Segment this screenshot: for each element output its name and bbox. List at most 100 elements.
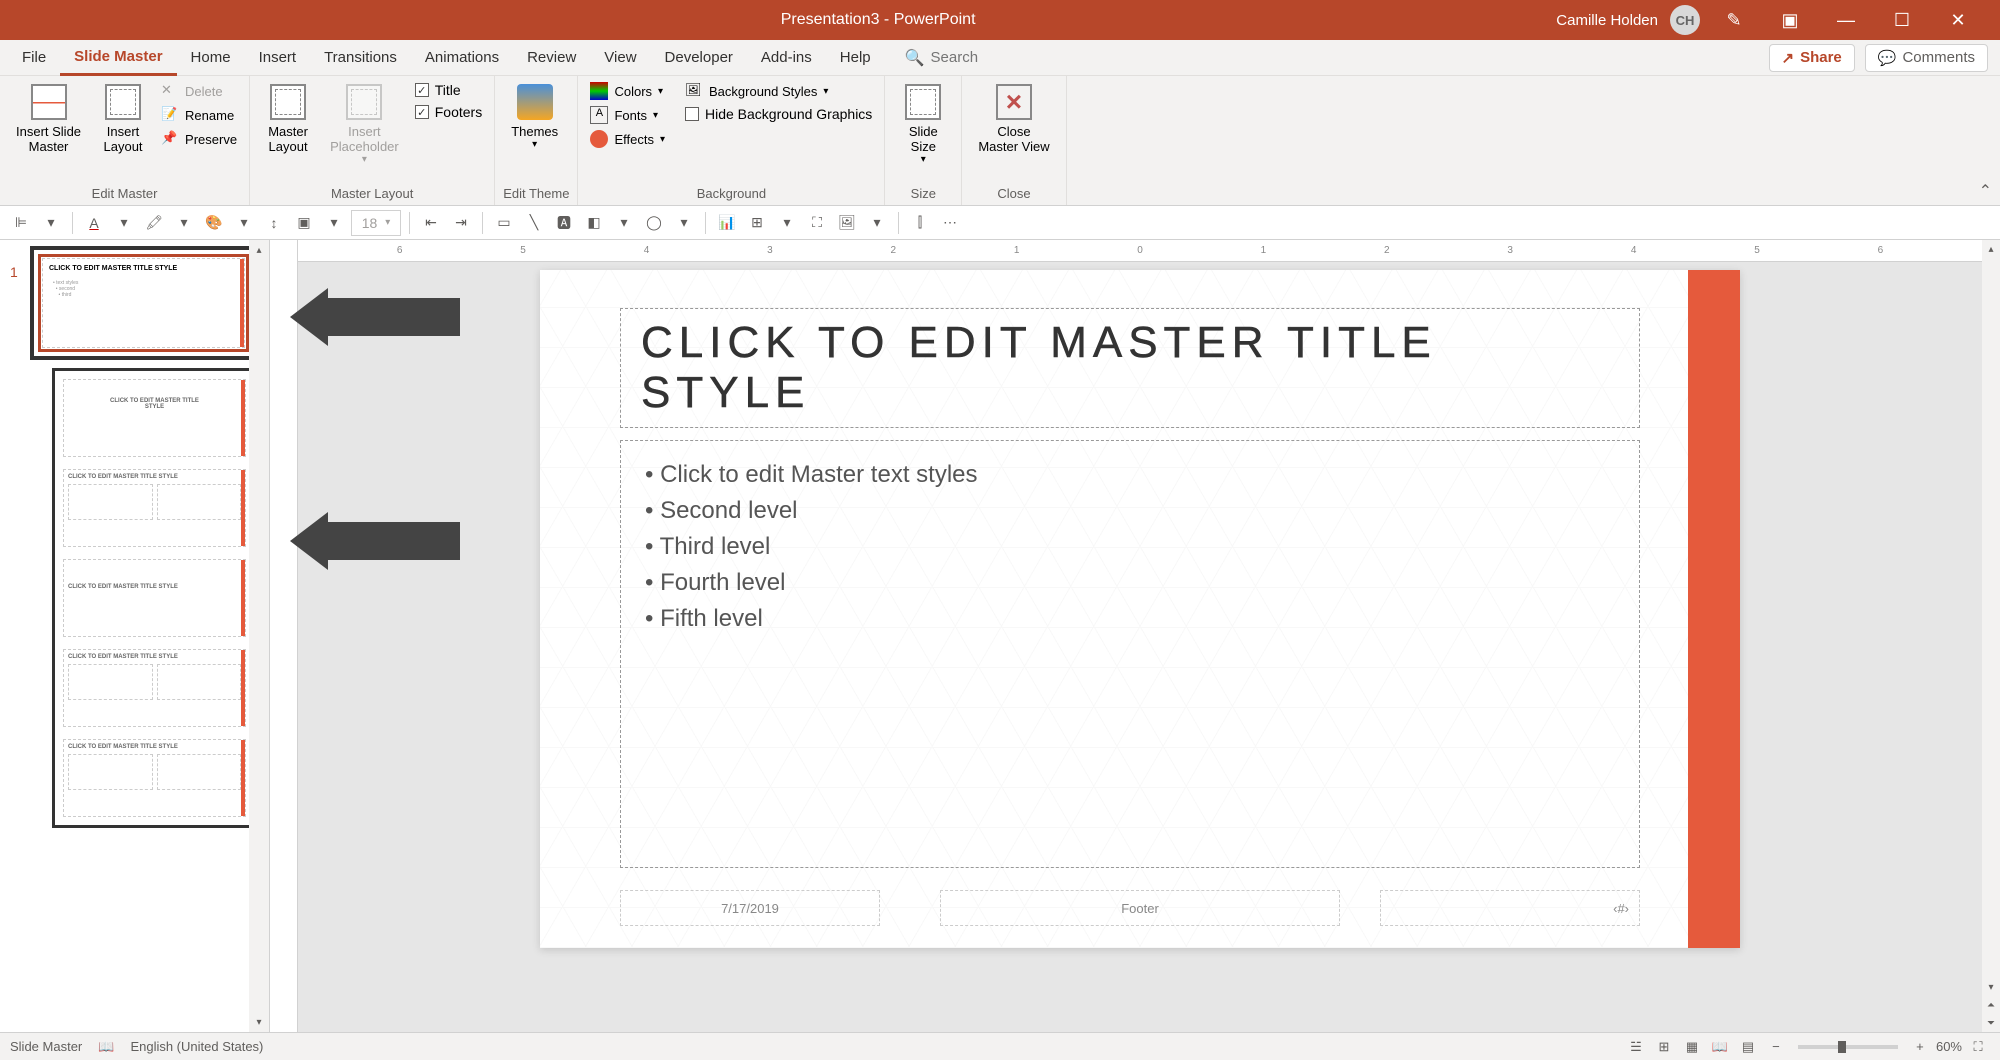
decrease-indent-button[interactable]: ⇤	[418, 210, 444, 236]
rename-button[interactable]: 📝 Rename	[157, 104, 241, 126]
title-placeholder[interactable]: Click to edit Master title style	[620, 308, 1640, 428]
slide-number-placeholder[interactable]: ‹#›	[1380, 890, 1640, 926]
fonts-button[interactable]: A Fonts ▾	[586, 104, 669, 126]
thumbnail-scrollbar[interactable]: ▴ ▾	[249, 240, 269, 1032]
delete-button[interactable]: ✕ Delete	[157, 80, 241, 102]
distribute-button[interactable]: ⫿	[907, 210, 933, 236]
zoom-slider[interactable]	[1798, 1045, 1898, 1049]
scroll-down-icon[interactable]: ▾	[1982, 978, 2000, 996]
arrange-button[interactable]: ▣	[291, 210, 317, 236]
table-dropdown[interactable]: ▾	[774, 210, 800, 236]
align-dropdown[interactable]: ▾	[38, 210, 64, 236]
picture-button[interactable]: 🖼	[834, 210, 860, 236]
tab-file[interactable]: File	[8, 40, 60, 76]
tab-review[interactable]: Review	[513, 40, 590, 76]
slideshow-button[interactable]: ▤	[1736, 1035, 1760, 1059]
tab-view[interactable]: View	[590, 40, 650, 76]
table-button[interactable]: ⊞	[744, 210, 770, 236]
sort-button[interactable]: ↕	[261, 210, 287, 236]
crop-button[interactable]: ⛶	[804, 210, 830, 236]
title-checkbox[interactable]	[415, 83, 429, 97]
zoom-out-button[interactable]: −	[1764, 1035, 1788, 1059]
normal-view-button[interactable]: ⊞	[1652, 1035, 1676, 1059]
body-placeholder[interactable]: Click to edit Master text styles Second …	[620, 440, 1640, 868]
insert-slide-master-button[interactable]: Insert Slide Master	[8, 80, 89, 158]
collapse-ribbon-button[interactable]: ⌃	[1979, 181, 1992, 201]
date-placeholder[interactable]: 7/17/2019	[620, 890, 880, 926]
highlight-dropdown[interactable]: ▾	[171, 210, 197, 236]
layout-thumbnail-5[interactable]: CLICK TO EDIT MASTER TITLE STYLE	[63, 739, 246, 817]
tab-slide-master[interactable]: Slide Master	[60, 40, 176, 76]
share-button[interactable]: ↗ Share	[1769, 44, 1855, 72]
status-language[interactable]: English (United States)	[130, 1039, 263, 1054]
tab-transitions[interactable]: Transitions	[310, 40, 411, 76]
shape-fill-button[interactable]: 🎨	[201, 210, 227, 236]
layout-thumbnail-3[interactable]: CLICK TO EDIT MASTER TITLE STYLE	[63, 559, 246, 637]
maximize-button[interactable]: ☐	[1880, 0, 1924, 40]
picture-dropdown[interactable]: ▾	[864, 210, 890, 236]
sorter-view-button[interactable]: ▦	[1680, 1035, 1704, 1059]
circle-dropdown[interactable]: ▾	[671, 210, 697, 236]
minimize-button[interactable]: —	[1824, 0, 1868, 40]
insert-placeholder-button[interactable]: Insert Placeholder ▾	[322, 80, 407, 169]
tab-insert[interactable]: Insert	[245, 40, 311, 76]
tab-addins[interactable]: Add-ins	[747, 40, 826, 76]
fit-window-button[interactable]: ⛶	[1966, 1035, 1990, 1059]
drawing-icon[interactable]: ✎	[1712, 0, 1756, 40]
scroll-down-button[interactable]: ▾	[249, 1012, 269, 1032]
align-button[interactable]: ⊫	[8, 210, 34, 236]
chart-button[interactable]: 📊	[714, 210, 740, 236]
effects-button[interactable]: Effects ▾	[586, 128, 669, 150]
shape-fill-dropdown[interactable]: ▾	[231, 210, 257, 236]
more-button[interactable]: ⋯	[937, 210, 963, 236]
highlight-button[interactable]: 🖍	[141, 210, 167, 236]
master-thumbnail[interactable]: 1 CLICK TO EDIT MASTER TITLE STYLE • tex…	[30, 246, 257, 360]
editor-scrollbar[interactable]: ▴ ▾ ⏶ ⏷	[1982, 240, 2000, 1032]
notes-button[interactable]: ☱	[1624, 1035, 1648, 1059]
tab-help[interactable]: Help	[826, 40, 885, 76]
zoom-in-button[interactable]: +	[1908, 1035, 1932, 1059]
tab-home[interactable]: Home	[177, 40, 245, 76]
ribbon-display-icon[interactable]: ▣	[1768, 0, 1812, 40]
zoom-level[interactable]: 60%	[1936, 1039, 1962, 1054]
hide-bg-checkbox[interactable]	[685, 107, 699, 121]
colors-button[interactable]: Colors ▾	[586, 80, 669, 102]
increase-indent-button[interactable]: ⇥	[448, 210, 474, 236]
shapes-button[interactable]: ◧	[581, 210, 607, 236]
reading-view-button[interactable]: 📖	[1708, 1035, 1732, 1059]
textbox-button[interactable]: 🅰	[551, 210, 577, 236]
layout-thumbnail-4[interactable]: CLICK TO EDIT MASTER TITLE STYLE	[63, 649, 246, 727]
background-styles-button[interactable]: 🖼 Background Styles ▾	[681, 80, 876, 102]
themes-button[interactable]: Themes ▾	[503, 80, 566, 154]
scroll-up-icon[interactable]: ▴	[1982, 240, 2000, 258]
rectangle-button[interactable]: ▭	[491, 210, 517, 236]
close-button[interactable]: ✕	[1936, 0, 1980, 40]
prev-slide-icon[interactable]: ⏶	[1982, 996, 2000, 1014]
footer-placeholder[interactable]: Footer	[940, 890, 1340, 926]
insert-layout-button[interactable]: Insert Layout	[93, 80, 153, 158]
font-size-input[interactable]: 18 ▾	[351, 210, 401, 236]
layout-thumbnail-2[interactable]: CLICK TO EDIT MASTER TITLE STYLE	[63, 469, 246, 547]
footers-checkbox[interactable]	[415, 105, 429, 119]
shapes-dropdown[interactable]: ▾	[611, 210, 637, 236]
slide-canvas[interactable]: Click to edit Master title style Click t…	[540, 270, 1740, 948]
line-button[interactable]: ╲	[521, 210, 547, 236]
master-layout-button[interactable]: Master Layout	[258, 80, 318, 158]
spell-check-icon[interactable]: 📖	[98, 1039, 114, 1055]
avatar[interactable]: CH	[1670, 5, 1700, 35]
close-master-view-button[interactable]: × Close Master View	[970, 80, 1057, 158]
font-color-dropdown[interactable]: ▾	[111, 210, 137, 236]
tab-developer[interactable]: Developer	[651, 40, 747, 76]
themes-label: Themes	[511, 124, 558, 139]
slide-size-button[interactable]: Slide Size ▾	[893, 80, 953, 169]
font-color-button[interactable]: A	[81, 210, 107, 236]
preserve-button[interactable]: 📌 Preserve	[157, 128, 241, 150]
tab-animations[interactable]: Animations	[411, 40, 513, 76]
layout-thumbnail-1[interactable]: CLICK TO EDIT MASTER TITLESTYLE	[63, 379, 246, 457]
circle-button[interactable]: ◯	[641, 210, 667, 236]
scroll-up-button[interactable]: ▴	[249, 240, 269, 260]
comments-button[interactable]: 💬 Comments	[1865, 44, 1988, 72]
search-input[interactable]	[931, 49, 1031, 66]
arrange-dropdown[interactable]: ▾	[321, 210, 347, 236]
next-slide-icon[interactable]: ⏷	[1982, 1014, 2000, 1032]
